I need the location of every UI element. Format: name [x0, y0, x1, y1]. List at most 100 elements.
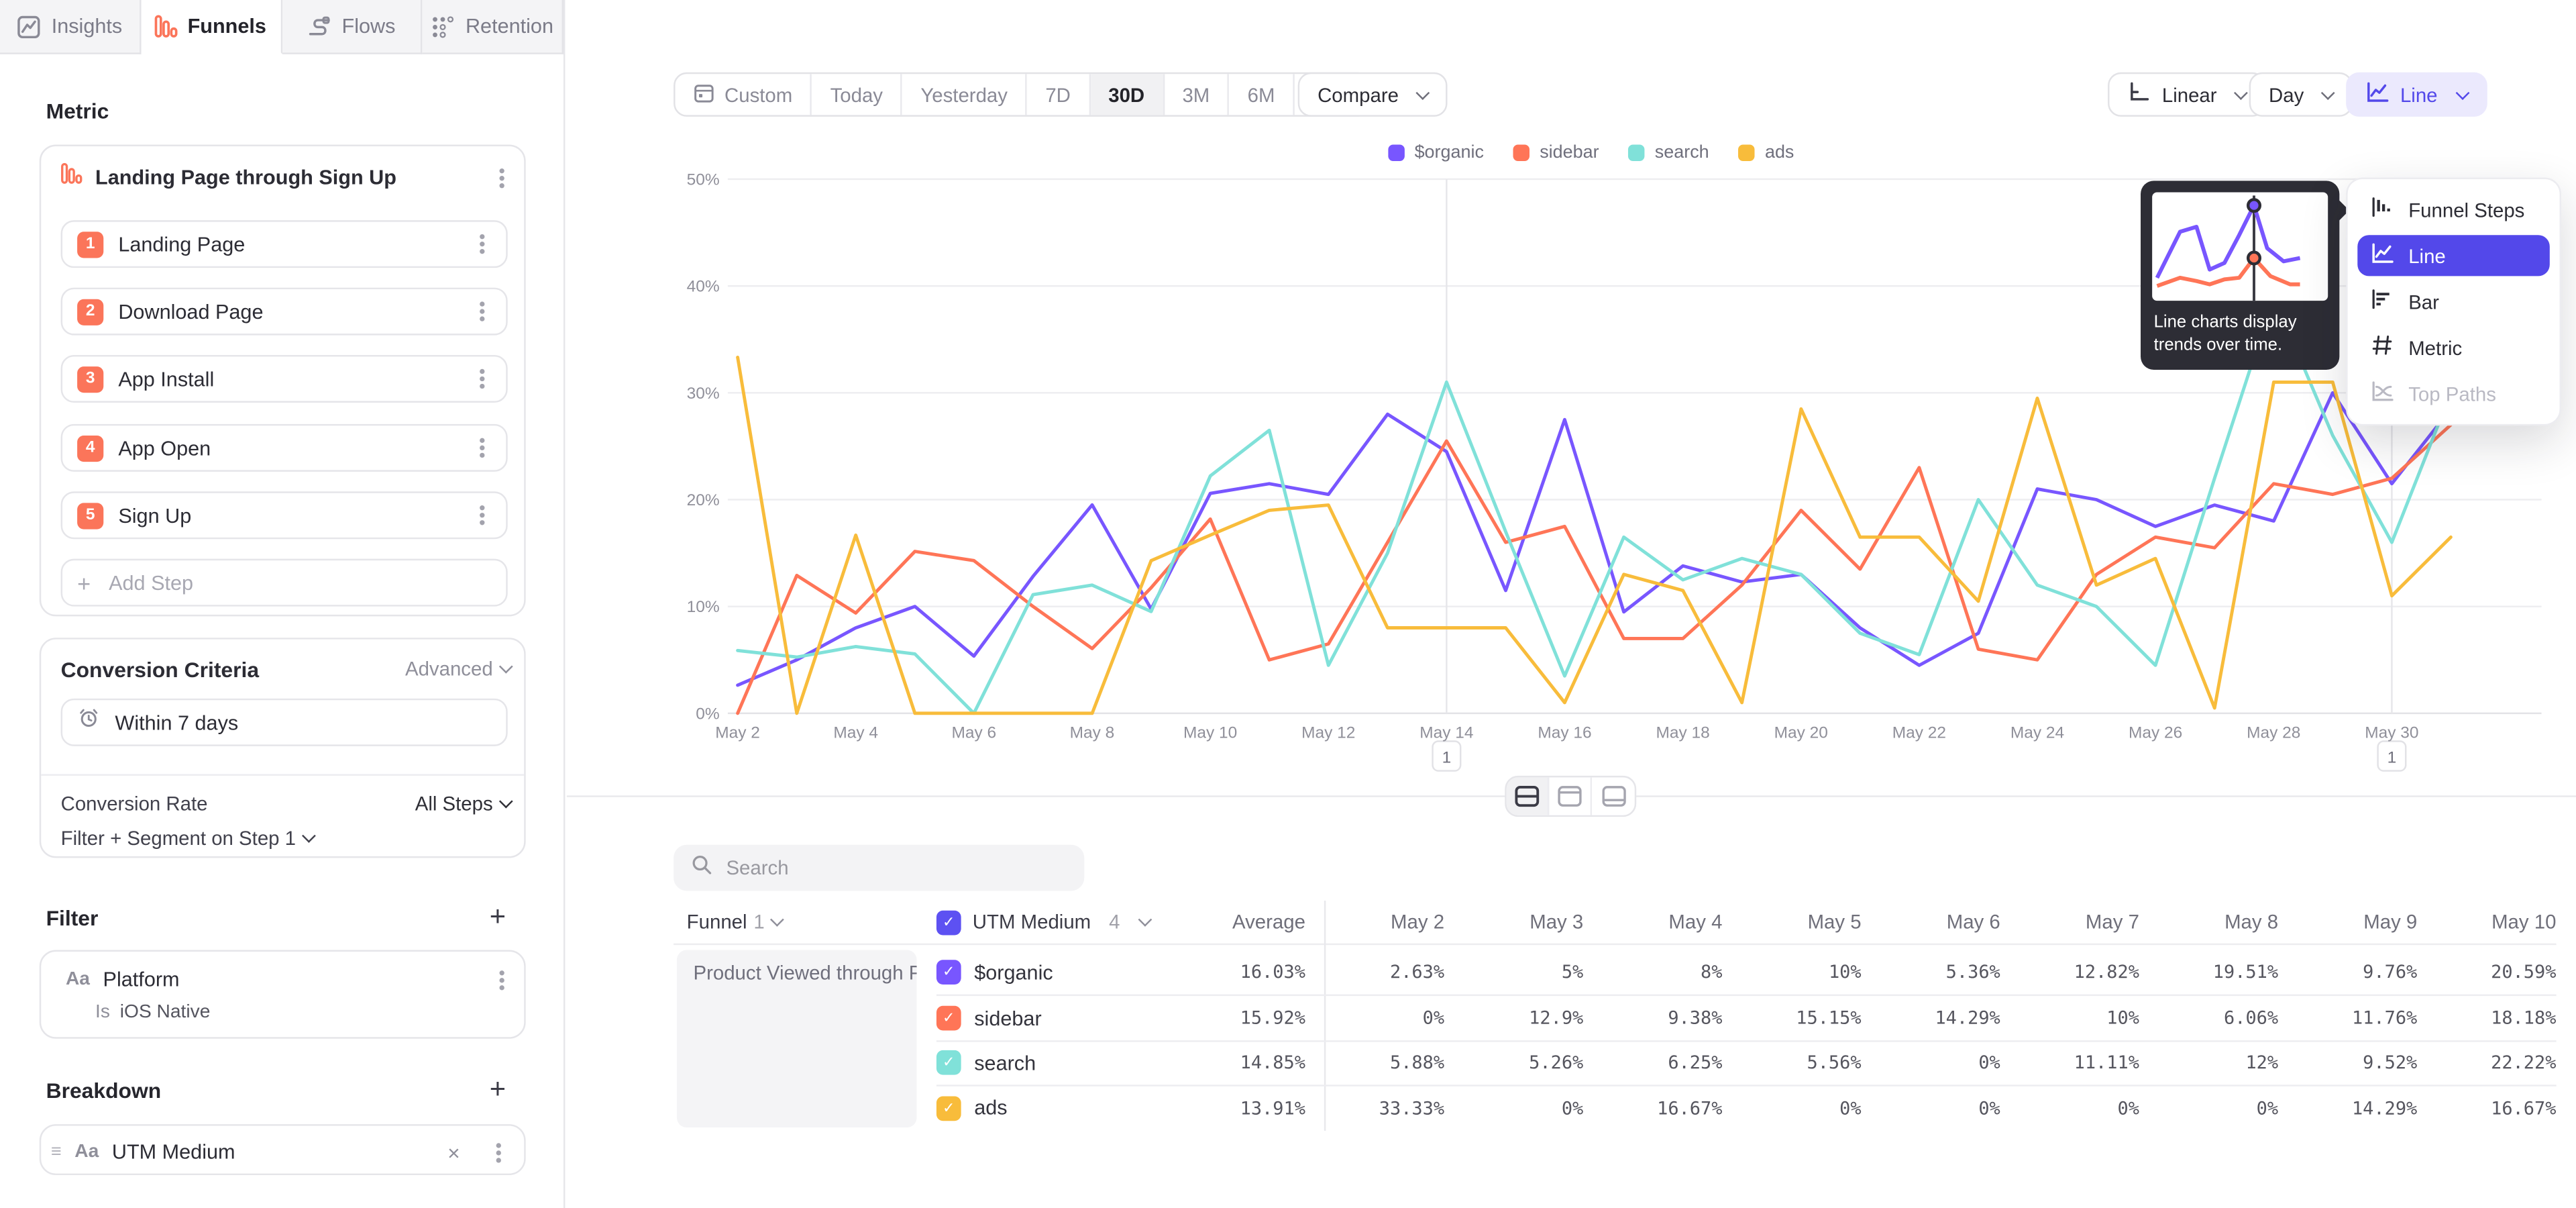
breakdown-kebab-icon[interactable] [496, 1150, 501, 1154]
y-axis-label: 20% [687, 491, 720, 509]
step-row-2[interactable]: 2 Download Page [61, 288, 508, 336]
series-name: sidebar [974, 1007, 1041, 1029]
date-range-today[interactable]: Today [812, 74, 903, 115]
step-kebab-icon[interactable] [480, 513, 484, 517]
menu-item-label: Bar [2408, 290, 2439, 313]
filter-operator[interactable]: Is [95, 1003, 110, 1022]
funnel-steps-icon [2371, 195, 2394, 223]
cell-value: 33.33% [1305, 1098, 1444, 1119]
row-checkbox[interactable]: ✓ [936, 960, 961, 985]
layout-chart-button[interactable] [1549, 777, 1592, 815]
cell-value: 5.26% [1444, 1052, 1583, 1074]
row-checkbox[interactable]: ✓ [936, 1051, 961, 1076]
x-axis-label: May 6 [952, 724, 997, 742]
cell-value: 18.18% [2417, 1007, 2556, 1029]
breakdown-property[interactable]: UTM Medium [112, 1141, 435, 1164]
menu-item-bar[interactable]: Bar [2357, 281, 2550, 322]
step-row-4[interactable]: 4 App Open [61, 424, 508, 472]
legend-item-organic[interactable]: $organic [1388, 143, 1484, 162]
select-all-checkbox[interactable]: ✓ [936, 910, 961, 935]
cell-value: 5% [1444, 962, 1583, 983]
search-input[interactable] [726, 856, 1055, 879]
step-kebab-icon[interactable] [480, 242, 484, 246]
date-range-custom[interactable]: Custom [676, 74, 812, 115]
metric-card: Landing Page through Sign Up 1 Landing P… [40, 145, 526, 617]
step-kebab-icon[interactable] [480, 446, 484, 450]
cell-value: 22.22% [2417, 1052, 2556, 1074]
insights-icon [17, 14, 42, 39]
cell-value: 0% [1722, 1098, 1861, 1119]
y-axis-label: 0% [696, 705, 719, 723]
add-filter-button[interactable]: + [490, 901, 506, 934]
advanced-dropdown[interactable]: Advanced [405, 658, 511, 681]
tab-retention[interactable]: Retention [423, 0, 564, 54]
cell-value: 0% [1305, 1007, 1444, 1029]
date-range-yesterday[interactable]: Yesterday [902, 74, 1027, 115]
funnel-column-dropdown[interactable]: Funnel 1 [674, 911, 936, 934]
conversion-criteria-heading: Conversion Criteria [61, 656, 392, 681]
chart-type-dropdown[interactable]: Line [2346, 72, 2487, 117]
tab-flows[interactable]: Flows [282, 0, 423, 54]
filter-property[interactable]: Platform [103, 968, 480, 991]
layout-table-button[interactable] [1592, 777, 1635, 815]
menu-item-label: Line [2408, 244, 2446, 267]
granularity-dropdown[interactable]: Day [2249, 72, 2353, 117]
date-range-6m[interactable]: 6M [1230, 74, 1295, 115]
tab-insights[interactable]: Insights [0, 0, 141, 54]
filter-segment-dropdown[interactable]: Filter + Segment on Step 1 [61, 827, 314, 850]
conversion-window-button[interactable]: Within 7 days [61, 699, 508, 746]
x-axis-label: May 24 [2010, 724, 2064, 742]
legend-swatch [1629, 145, 1645, 161]
step-row-3[interactable]: 3 App Install [61, 355, 508, 403]
column-header: Average [1167, 911, 1305, 934]
step-label: Landing Page [118, 233, 458, 256]
filter-kebab-icon[interactable] [499, 977, 504, 982]
add-step-button[interactable]: + Add Step [61, 559, 508, 607]
step-row-5[interactable]: 5 Sign Up [61, 491, 508, 539]
legend-item-ads[interactable]: ads [1739, 143, 1794, 162]
y-axis-label: 50% [687, 171, 720, 189]
row-checkbox[interactable]: ✓ [936, 1006, 961, 1031]
tab-funnels[interactable]: Funnels [141, 0, 282, 54]
step-kebab-icon[interactable] [480, 309, 484, 313]
conversion-rate-dropdown[interactable]: All Steps [415, 792, 511, 815]
date-range-label: Custom [724, 83, 792, 106]
cell-value: 14.85% [1167, 1052, 1305, 1074]
calendar-icon [693, 81, 714, 107]
menu-item-metric[interactable]: Metric [2357, 327, 2550, 368]
compare-button[interactable]: Compare [1298, 72, 1448, 117]
y-axis-label: 40% [687, 278, 720, 296]
legend-item-search[interactable]: search [1629, 143, 1709, 162]
breakdown-column-dropdown[interactable]: ✓ UTM Medium 4 [936, 910, 1167, 935]
date-range-control: Custom Today Yesterday 7D 30D 3M 6M 12M [674, 72, 1371, 117]
date-range-7d[interactable]: 7D [1027, 74, 1090, 115]
cell-value: 5.36% [1862, 962, 2000, 983]
legend-item-sidebar[interactable]: sidebar [1513, 143, 1599, 162]
x-axis-label: May 18 [1656, 724, 1710, 742]
remove-breakdown-icon[interactable]: × [447, 1140, 460, 1164]
scale-dropdown[interactable]: Linear [2108, 72, 2266, 117]
step-row-1[interactable]: 1 Landing Page [61, 220, 508, 268]
legend-label: ads [1765, 143, 1794, 162]
menu-item-line[interactable]: Line [2357, 235, 2550, 276]
line-chart-icon [2366, 81, 2389, 109]
cell-value: 0% [1862, 1052, 2000, 1074]
step-number-badge: 5 [77, 502, 103, 528]
layout-split-button[interactable] [1507, 777, 1550, 815]
x-axis-label: May 12 [1301, 724, 1355, 742]
date-range-3m[interactable]: 3M [1165, 74, 1230, 115]
legend-swatch [1388, 145, 1404, 161]
cell-value: 0% [1444, 1098, 1583, 1119]
filter-value[interactable]: iOS Native [120, 1003, 211, 1022]
drag-handle-icon[interactable]: ≡ [51, 1142, 62, 1162]
menu-item-funnel-steps[interactable]: Funnel Steps [2357, 189, 2550, 230]
add-breakdown-button[interactable]: + [490, 1073, 506, 1106]
property-type-icon: Aa [66, 970, 90, 989]
step-number-badge: 3 [77, 366, 103, 392]
step-kebab-icon[interactable] [480, 376, 484, 381]
metric-kebab-icon[interactable] [499, 175, 504, 180]
row-checkbox[interactable]: ✓ [936, 1096, 961, 1121]
date-range-30d[interactable]: 30D [1090, 74, 1164, 115]
flows-icon [307, 14, 332, 39]
series-name: ads [974, 1097, 1007, 1119]
